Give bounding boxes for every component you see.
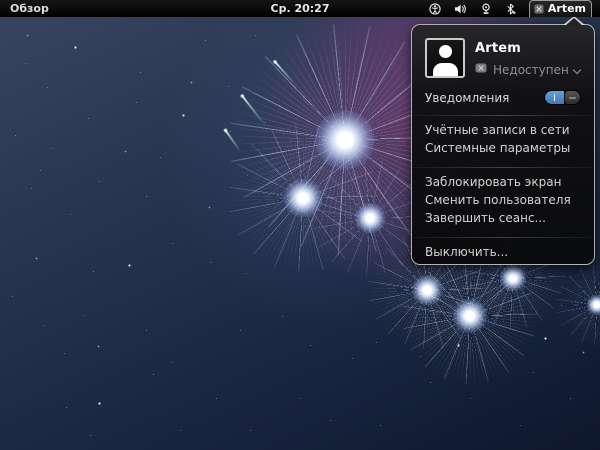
user-name: Artem xyxy=(475,41,581,56)
notifications-label: Уведомления xyxy=(425,91,509,105)
status-label: Недоступен xyxy=(493,63,569,77)
top-panel: Обзор Ср. 20:27 Artem xyxy=(0,0,600,17)
notifications-toggle[interactable] xyxy=(544,90,581,105)
bluetooth-icon[interactable] xyxy=(505,3,516,15)
status-selector[interactable]: Недоступен xyxy=(475,63,581,77)
chevron-down-icon[interactable] xyxy=(574,67,581,74)
accessibility-icon[interactable] xyxy=(429,3,441,15)
menu-item-power-off[interactable]: Выключить... xyxy=(412,243,594,261)
user-menu-label: Artem xyxy=(548,2,586,15)
user-status-icon xyxy=(534,4,544,14)
status-unavailable-icon xyxy=(475,63,487,77)
menu-item-system-settings[interactable]: Системные параметры xyxy=(412,139,594,157)
user-section: Artem Недоступен xyxy=(412,25,594,78)
menu-item-log-out[interactable]: Завершить сеанс... xyxy=(412,209,594,227)
avatar[interactable] xyxy=(425,38,465,78)
system-status-area: Artem xyxy=(429,0,600,17)
user-menu-popup: Artem Недоступен Уведомления Учётные зап… xyxy=(411,24,595,265)
webcam-icon[interactable] xyxy=(480,3,492,15)
volume-icon[interactable] xyxy=(454,3,467,15)
menu-item-online-accounts[interactable]: Учётные записи в сети xyxy=(412,121,594,139)
toggle-on-segment xyxy=(545,91,564,104)
notifications-row: Уведомления xyxy=(412,90,594,105)
toggle-knob xyxy=(564,91,580,104)
menu-item-lock-screen[interactable]: Заблокировать экран xyxy=(412,173,594,191)
user-menu-button[interactable]: Artem xyxy=(529,0,592,17)
menu-item-switch-user[interactable]: Сменить пользователя xyxy=(412,191,594,209)
